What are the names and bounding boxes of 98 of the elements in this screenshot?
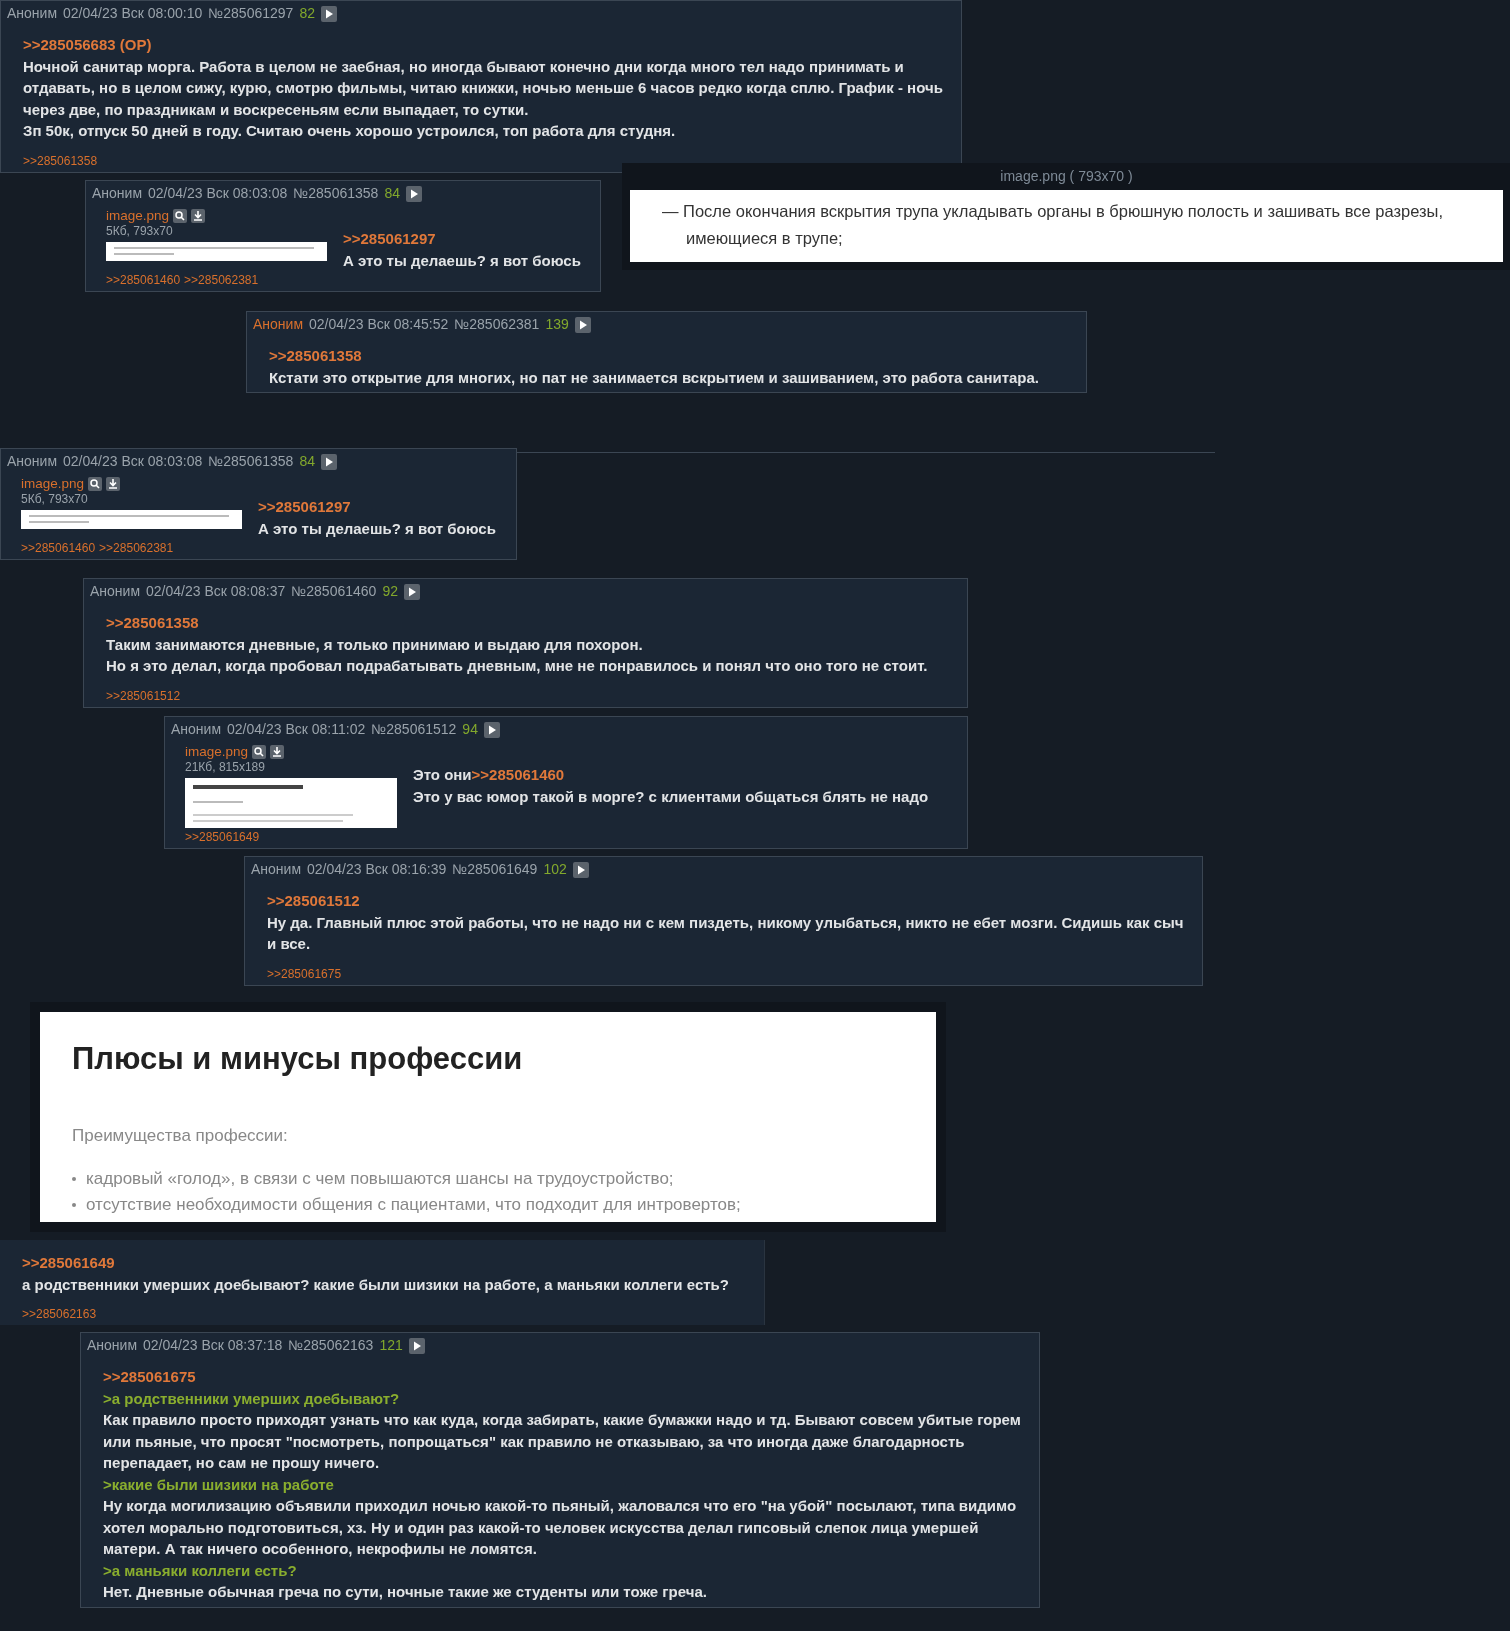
file-info: 5Кб, 793x70 xyxy=(21,492,89,506)
file-info: 21Кб, 815x189 xyxy=(185,760,266,774)
search-icon[interactable] xyxy=(173,209,188,223)
play-icon[interactable] xyxy=(483,721,500,738)
image-text: — После окончания вскрытия трупа укладывать органы в брюшную полость и зашивать все разрезы, имеющиеся в трупе; xyxy=(630,190,1503,262)
reply-link[interactable]: >>285061297 xyxy=(258,498,351,515)
image-thumbnail[interactable] xyxy=(185,778,397,828)
play-icon[interactable] xyxy=(320,5,337,22)
play-icon[interactable] xyxy=(572,861,589,878)
post-text: а родственники умерших доебывают? какие были шизики на работе, а маньяки коллеги есть? xyxy=(22,1275,729,1293)
image-heading: Плюсы и минусы профессии xyxy=(72,1040,524,1078)
bullet-icon xyxy=(72,1203,76,1207)
reply-link[interactable]: >>285061297 xyxy=(343,230,436,247)
post-text: Нет. Дневные обычная греча по сути, ночные такие же студенты или тоже греча. xyxy=(103,1583,707,1600)
reply-link[interactable]: >>285061460 xyxy=(471,766,565,783)
reply-link[interactable]: >>285056683 (OP) xyxy=(23,36,152,53)
author-name: Аноним xyxy=(171,720,222,739)
post-number[interactable]: №285061358 xyxy=(293,183,379,204)
reply-link[interactable]: >>285062163 xyxy=(22,1307,97,1321)
play-icon[interactable] xyxy=(405,185,422,202)
file-link[interactable]: image.png xyxy=(21,476,85,492)
list-item-text: отсутствие необходимости общения с пациентами, что подходит для интровертов; xyxy=(86,1194,741,1216)
post-count: 84 xyxy=(384,184,400,203)
post-text: А это ты делаешь? я вот боюсь xyxy=(343,251,581,269)
file-link[interactable]: image.png xyxy=(106,208,170,224)
reply-link[interactable]: >>285062381 xyxy=(184,273,259,287)
post-date: 02/04/23 Вск 08:08:37 xyxy=(146,582,286,601)
reply-link[interactable]: >>285062381 xyxy=(99,541,174,555)
download-icon[interactable] xyxy=(106,477,121,491)
image-subheading: Преимущества профессии: xyxy=(72,1124,289,1147)
reply-link[interactable]: >>285061675 xyxy=(103,1368,196,1385)
file-info: 5Кб, 793x70 xyxy=(106,224,174,238)
post-date: 02/04/23 Вск 08:00:10 xyxy=(63,4,203,23)
post-number[interactable]: №285061297 xyxy=(208,3,294,24)
reply-link[interactable]: >>285061358 xyxy=(23,153,98,168)
post-date: 02/04/23 Вск 08:45:52 xyxy=(309,315,449,334)
post-date: 02/04/23 Вск 08:16:39 xyxy=(307,860,447,879)
post-text: Как правило просто приходят узнать что как куда, когда забирать, какие бумажки надо и тд. Бывают совсем убитые горем или пьяные, что просят "посмотреть, попрощаться" как правило не отказываю, за что иногда даже благодарность перепадает, но сам не прошу ничего. xyxy=(103,1411,1021,1471)
author-name: Аноним xyxy=(90,582,141,601)
reply-link[interactable]: >>285061460 xyxy=(21,541,96,555)
download-icon[interactable] xyxy=(191,209,206,223)
post-text: Ну да. Главный плюс этой работы, что не надо ни с кем пиздеть, никому улыбаться, никто не ебет мозги. Сидишь как сыч и все. xyxy=(267,913,1184,952)
quote-text: >а маньяки коллеги есть? xyxy=(103,1561,297,1579)
author-name: Аноним xyxy=(251,860,302,879)
play-icon[interactable] xyxy=(403,583,420,600)
post-text: Таким занимаются дневные, я только принимаю и выдаю для похорон. xyxy=(106,635,643,653)
post-date: 02/04/23 Вск 08:37:18 xyxy=(143,1336,283,1355)
post-number[interactable]: №285061358 xyxy=(208,451,294,472)
reply-link[interactable]: >>285061358 xyxy=(106,614,199,631)
post-text: Это они xyxy=(413,766,472,783)
post-text: Кстати это открытие для многих, но пат не занимается вскрытием и зашиванием, это работа санитара. xyxy=(269,368,1040,386)
author-name: Аноним xyxy=(7,452,58,471)
post-text: Зп 50к, отпуск 50 дней в году. Считаю очень хорошо устроился, топ работа для студня. xyxy=(23,122,676,139)
post-count: 94 xyxy=(462,720,478,739)
author-name: Аноним xyxy=(253,315,304,334)
quote-text: >а родственники умерших доебывают? xyxy=(103,1389,400,1407)
post-date: 02/04/23 Вск 08:03:08 xyxy=(148,184,288,203)
play-icon[interactable] xyxy=(574,316,591,333)
author-name: Аноним xyxy=(92,184,143,203)
post-count: 121 xyxy=(379,1336,403,1355)
post-number[interactable]: №285062163 xyxy=(288,1335,374,1356)
post-text: А это ты делаешь? я вот боюсь xyxy=(258,519,496,537)
list-item-text: кадровый «голод», в связи с чем повышаются шансы на трудоустройство; xyxy=(86,1168,674,1190)
author-name: Аноним xyxy=(7,4,58,23)
reply-link[interactable]: >>285061649 xyxy=(22,1254,115,1271)
post-number[interactable]: №285061460 xyxy=(291,581,377,602)
reply-link[interactable]: >>285061460 xyxy=(106,273,181,287)
post-text: Ну когда могилизацию объявили приходил ночью какой-то пьяный, жаловался что его "на убой" посылают, типа видимо хотел морально подготовиться, хз. Ну и один раз какой-то человек искусства делал гипсовый слепок лица умершей матери. А так ничего особенного, некрофилы не ломятся. xyxy=(103,1497,1017,1557)
search-icon[interactable] xyxy=(252,745,267,759)
play-icon[interactable] xyxy=(408,1337,425,1354)
file-link[interactable]: image.png xyxy=(185,744,249,760)
image-caption: image.png ( 793x70 ) xyxy=(999,167,1134,186)
post-count: 92 xyxy=(382,582,398,601)
image-thumbnail[interactable] xyxy=(21,510,242,529)
post-date: 02/04/23 Вск 08:11:02 xyxy=(227,720,366,739)
post-number[interactable]: №285062381 xyxy=(454,314,540,335)
reply-link[interactable]: >>285061675 xyxy=(267,966,342,981)
post-text: Но я это делал, когда пробовал подрабатывать дневным, мне не понравилось и понял что оно того не стоит. xyxy=(106,657,928,674)
image-thumbnail[interactable] xyxy=(106,242,327,261)
post-text: Это у вас юмор такой в морге? с клиентами общаться блять не надо xyxy=(413,787,929,805)
search-icon[interactable] xyxy=(88,477,103,491)
post-date: 02/04/23 Вск 08:03:08 xyxy=(63,452,203,471)
reply-link[interactable]: >>285061649 xyxy=(185,830,260,844)
post-count: 82 xyxy=(299,4,315,23)
post-number[interactable]: №285061649 xyxy=(452,859,538,880)
bullet-icon xyxy=(72,1177,76,1181)
download-icon[interactable] xyxy=(270,745,285,759)
reply-link[interactable]: >>285061512 xyxy=(106,688,181,703)
post-number[interactable]: №285061512 xyxy=(371,719,457,740)
post-count: 102 xyxy=(543,860,567,879)
author-name: Аноним xyxy=(87,1336,138,1355)
quote-text: >какие были шизики на работе xyxy=(103,1475,334,1493)
reply-link[interactable]: >>285061512 xyxy=(267,892,360,909)
play-icon[interactable] xyxy=(320,453,337,470)
post-text: Ночной санитар морга. Работа в целом не заебная, но иногда бывают конечно дни когда много тел надо принимать и отдавать, но в целом сижу, курю, смотрю фильмы, читаю книжки, ночью меньше 6 часов редко когда сплю. График - ночь через две, по праздникам и воскресеньям если выпадает, то сутки. xyxy=(23,57,943,118)
post-count: 84 xyxy=(299,452,315,471)
reply-link[interactable]: >>285061358 xyxy=(269,347,362,364)
post-count: 139 xyxy=(545,315,569,334)
